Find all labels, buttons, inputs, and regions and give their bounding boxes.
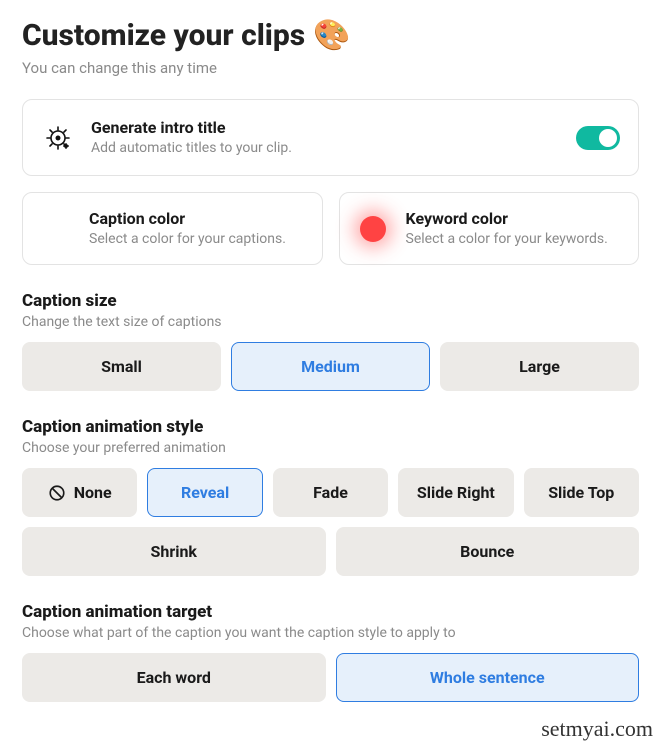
anim-slide-top-label: Slide Top [548,483,614,502]
anim-shrink[interactable]: Shrink [22,527,326,576]
anim-reveal[interactable]: Reveal [147,468,262,517]
page-title: Customize your clips 🎨 [22,18,639,53]
anim-slide-right[interactable]: Slide Right [398,468,513,517]
anim-fade-label: Fade [313,483,348,502]
anim-none[interactable]: None [22,468,137,517]
watermark: setmyai.com [541,716,653,742]
palette-emoji: 🎨 [313,18,350,53]
caption-size-large[interactable]: Large [440,342,639,391]
animation-style-title: Caption animation style [22,417,639,437]
intro-title-desc: Add automatic titles to your clip. [91,139,560,157]
caption-size-title: Caption size [22,291,639,311]
caption-size-desc: Change the text size of captions [22,314,639,330]
anim-reveal-label: Reveal [181,483,229,502]
intro-title-toggle[interactable] [576,126,620,150]
caption-color-swatch [39,216,73,242]
intro-icon [41,126,75,150]
animation-target-title: Caption animation target [22,602,639,622]
keyword-color-desc: Select a color for your keywords. [406,230,623,248]
keyword-color-card[interactable]: Keyword color Select a color for your ke… [339,192,640,265]
page-subtitle: You can change this any time [22,59,639,77]
page-title-text: Customize your clips [22,18,305,53]
anim-bounce-label: Bounce [460,542,514,561]
intro-title-label: Generate intro title [91,118,560,137]
caption-size-large-label: Large [519,357,560,376]
caption-size-small-label: Small [101,357,142,376]
anim-slide-top[interactable]: Slide Top [524,468,639,517]
anim-slide-right-label: Slide Right [417,483,495,502]
caption-size-medium-label: Medium [301,357,360,376]
none-icon [48,484,66,502]
anim-fade[interactable]: Fade [273,468,388,517]
target-whole-sentence[interactable]: Whole sentence [336,653,640,702]
target-each-word[interactable]: Each word [22,653,326,702]
caption-color-title: Caption color [89,209,306,228]
intro-title-card: Generate intro title Add automatic title… [22,99,639,176]
anim-bounce[interactable]: Bounce [336,527,640,576]
target-each-word-label: Each word [137,668,211,687]
animation-style-desc: Choose your preferred animation [22,440,639,456]
caption-color-desc: Select a color for your captions. [89,230,306,248]
anim-shrink-label: Shrink [151,542,197,561]
caption-size-medium[interactable]: Medium [231,342,430,391]
anim-none-label: None [74,483,112,502]
keyword-color-swatch [356,216,390,242]
caption-color-card[interactable]: Caption color Select a color for your ca… [22,192,323,265]
caption-size-small[interactable]: Small [22,342,221,391]
target-whole-sentence-label: Whole sentence [430,668,545,687]
animation-target-desc: Choose what part of the caption you want… [22,625,639,641]
keyword-color-title: Keyword color [406,209,623,228]
